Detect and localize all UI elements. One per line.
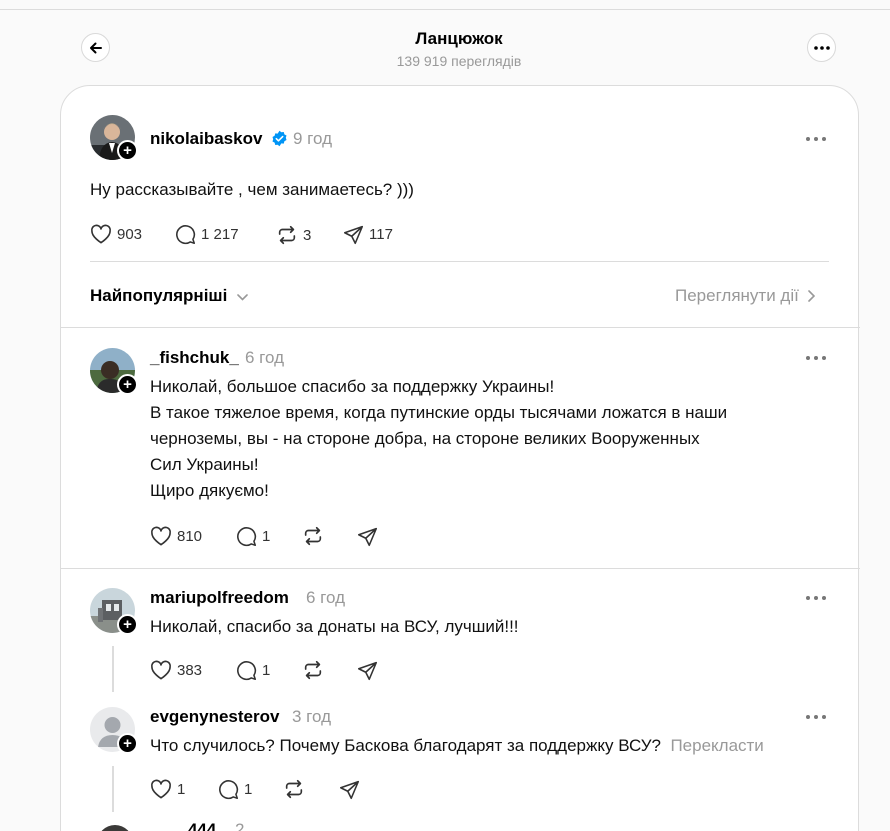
repost-icon <box>304 660 322 680</box>
reply-more-icon[interactable] <box>806 353 826 363</box>
reply-count: 1 <box>262 662 271 679</box>
heart-icon <box>91 224 111 244</box>
reply-time: 6 год <box>306 588 346 607</box>
repost-icon <box>278 225 296 245</box>
page-title: Ланцюжок <box>415 29 503 48</box>
reply-time: 6 год <box>245 348 285 367</box>
like-button[interactable]: 383 <box>150 660 202 680</box>
comment-icon <box>219 780 239 800</box>
follow-plus-icon[interactable]: + <box>117 140 138 161</box>
repost-icon <box>285 779 303 799</box>
username[interactable]: mariupolfreedom <box>150 588 289 608</box>
divider <box>61 568 860 569</box>
reply-button[interactable]: 1 <box>236 660 270 681</box>
share-button[interactable] <box>357 526 383 547</box>
avatar-photo <box>97 825 133 831</box>
divider <box>61 327 860 328</box>
username[interactable]: _fishchuk_ <box>150 348 239 368</box>
send-icon <box>357 661 378 681</box>
comment-icon <box>176 225 196 245</box>
like-button[interactable]: 810 <box>150 526 202 546</box>
reply-text: Что случилось? Почему Баскова благодарят… <box>150 736 764 755</box>
heart-icon <box>151 526 171 546</box>
verified-badge-icon <box>272 130 287 147</box>
view-activity-link[interactable]: Переглянути дії <box>675 286 815 306</box>
view-activity-label: Переглянути дії <box>675 286 799 305</box>
more-icon <box>813 45 830 50</box>
reply-count: 1 <box>244 781 253 798</box>
repost-count: 3 <box>303 226 312 244</box>
avatar[interactable] <box>97 825 133 831</box>
chevron-right-icon <box>808 290 815 302</box>
share-count: 117 <box>369 226 393 243</box>
like-button[interactable]: 1 <box>150 779 185 799</box>
reply-more-icon[interactable] <box>806 593 826 603</box>
repost-button[interactable] <box>302 659 329 681</box>
more-menu-button[interactable] <box>807 33 836 62</box>
thread-card: + nikolaibaskov 9 год Ну рассказывайте ,… <box>60 85 860 831</box>
post-time: 9 год <box>293 129 333 148</box>
follow-plus-icon[interactable]: + <box>117 374 138 395</box>
reply-button[interactable]: 1 <box>218 779 252 800</box>
repost-button[interactable] <box>302 525 329 547</box>
comment-icon <box>237 527 257 547</box>
repost-button[interactable]: 3 <box>276 224 311 246</box>
heart-icon <box>151 779 171 799</box>
reply-text: Николай, спасибо за донаты на ВСУ, лучши… <box>150 617 519 636</box>
like-count: 1 <box>177 780 186 798</box>
sort-label: Найпопулярніші <box>90 286 228 305</box>
reply-more-icon[interactable] <box>806 712 826 722</box>
views-count: 139 919 переглядів <box>396 53 522 69</box>
post-more-icon[interactable] <box>806 134 826 144</box>
translate-link[interactable]: Перекласти <box>670 736 763 755</box>
reply-count: 1 217 <box>201 226 239 243</box>
like-button[interactable]: 903 <box>90 224 142 244</box>
sort-dropdown[interactable]: Найпопулярніші <box>90 286 248 306</box>
reply-button[interactable]: 1 217 <box>175 224 239 245</box>
send-icon <box>339 780 360 800</box>
like-count: 810 <box>177 527 203 545</box>
reply-text: Николай, большое спасибо за поддержку Ук… <box>150 377 728 500</box>
follow-plus-icon[interactable]: + <box>117 733 138 754</box>
username[interactable]: nikolaibaskov <box>150 129 262 149</box>
reply-time: 3 год <box>292 707 332 726</box>
share-button[interactable] <box>357 660 383 681</box>
send-icon <box>357 527 378 547</box>
comment-icon <box>237 661 257 681</box>
send-icon <box>343 225 364 245</box>
reply-button[interactable]: 1 <box>236 526 270 547</box>
top-border <box>0 9 890 10</box>
heart-icon <box>151 660 171 680</box>
like-count: 903 <box>117 225 143 243</box>
username[interactable]: evgenynesterov <box>150 707 279 727</box>
reply-time: 2 <box>235 820 245 831</box>
follow-plus-icon[interactable]: + <box>117 614 138 635</box>
divider <box>90 261 829 262</box>
post-text: Ну рассказывайте , чем занимаетесь? ))) <box>90 180 414 199</box>
chevron-down-icon <box>237 294 248 301</box>
repost-icon <box>304 526 322 546</box>
repost-button[interactable] <box>283 778 310 800</box>
share-button[interactable] <box>339 779 365 800</box>
thread-line <box>112 646 114 692</box>
username[interactable]: ____444 <box>150 820 216 831</box>
share-button[interactable]: 117 <box>343 224 393 245</box>
thread-line <box>112 766 114 812</box>
reply-count: 1 <box>262 528 271 545</box>
like-count: 383 <box>177 661 203 679</box>
